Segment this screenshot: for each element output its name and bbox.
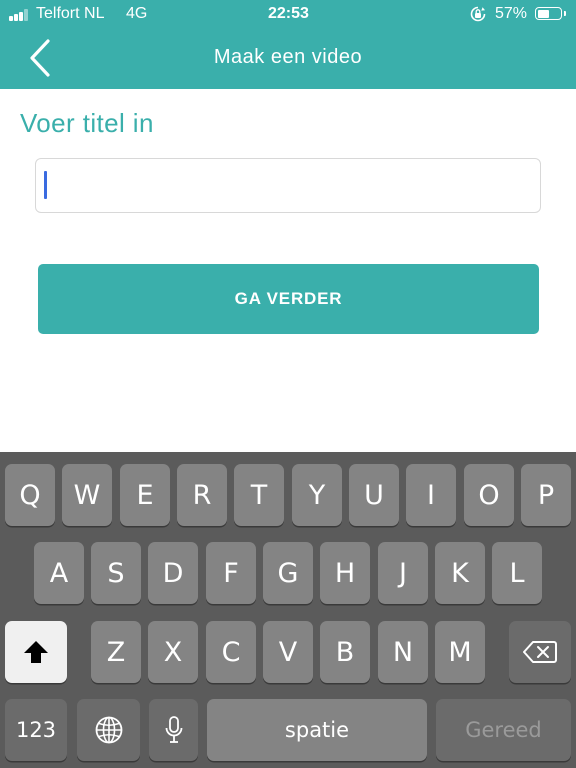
network-type: 4G: [126, 5, 148, 22]
onscreen-keyboard: Q W E R T Y U I O P A S D F G H J K L Z …: [0, 452, 576, 768]
key-j[interactable]: J: [378, 542, 428, 604]
key-z[interactable]: Z: [91, 621, 141, 683]
key-a[interactable]: A: [34, 542, 84, 604]
key-i[interactable]: I: [406, 464, 456, 526]
key-g[interactable]: G: [263, 542, 313, 604]
key-d[interactable]: D: [148, 542, 198, 604]
key-k[interactable]: K: [435, 542, 485, 604]
key-t[interactable]: T: [234, 464, 284, 526]
key-e[interactable]: E: [120, 464, 170, 526]
app-header: Telfort NL 4G 22:53 57% Maak een video: [0, 0, 576, 89]
title-label: Voer titel in: [20, 108, 154, 138]
key-f[interactable]: F: [206, 542, 256, 604]
space-key[interactable]: spatie: [207, 699, 427, 761]
key-h[interactable]: H: [320, 542, 370, 604]
title-input[interactable]: [35, 158, 541, 213]
status-bar: Telfort NL 4G 22:53 57%: [0, 0, 576, 30]
key-l[interactable]: L: [492, 542, 542, 604]
key-v[interactable]: V: [263, 621, 313, 683]
key-b[interactable]: B: [320, 621, 370, 683]
text-caret: [44, 171, 47, 199]
continue-button[interactable]: GA VERDER: [38, 264, 539, 334]
shift-key[interactable]: [5, 621, 67, 683]
microphone-icon: [165, 716, 182, 743]
key-x[interactable]: X: [148, 621, 198, 683]
battery-icon: [535, 7, 566, 20]
key-p[interactable]: P: [521, 464, 571, 526]
key-y[interactable]: Y: [292, 464, 342, 526]
page-title: Maak een video: [213, 46, 363, 68]
done-key[interactable]: Gereed: [436, 699, 571, 761]
key-q[interactable]: Q: [5, 464, 55, 526]
backspace-key[interactable]: [509, 621, 571, 683]
key-o[interactable]: O: [464, 464, 514, 526]
rotation-lock-icon: [470, 6, 486, 22]
globe-icon: [95, 716, 122, 744]
battery-percent: 57%: [495, 5, 528, 22]
key-r[interactable]: R: [177, 464, 227, 526]
signal-icon: [9, 8, 31, 21]
key-c[interactable]: C: [206, 621, 256, 683]
shift-icon: [24, 641, 48, 663]
key-w[interactable]: W: [62, 464, 112, 526]
status-time: 22:53: [268, 5, 309, 22]
key-m[interactable]: M: [435, 621, 485, 683]
numbers-key[interactable]: 123: [5, 699, 67, 761]
microphone-key[interactable]: [149, 699, 198, 761]
globe-key[interactable]: [77, 699, 140, 761]
key-n[interactable]: N: [378, 621, 428, 683]
carrier-name: Telfort NL: [36, 5, 105, 22]
backspace-icon: [523, 641, 557, 663]
key-s[interactable]: S: [91, 542, 141, 604]
key-u[interactable]: U: [349, 464, 399, 526]
